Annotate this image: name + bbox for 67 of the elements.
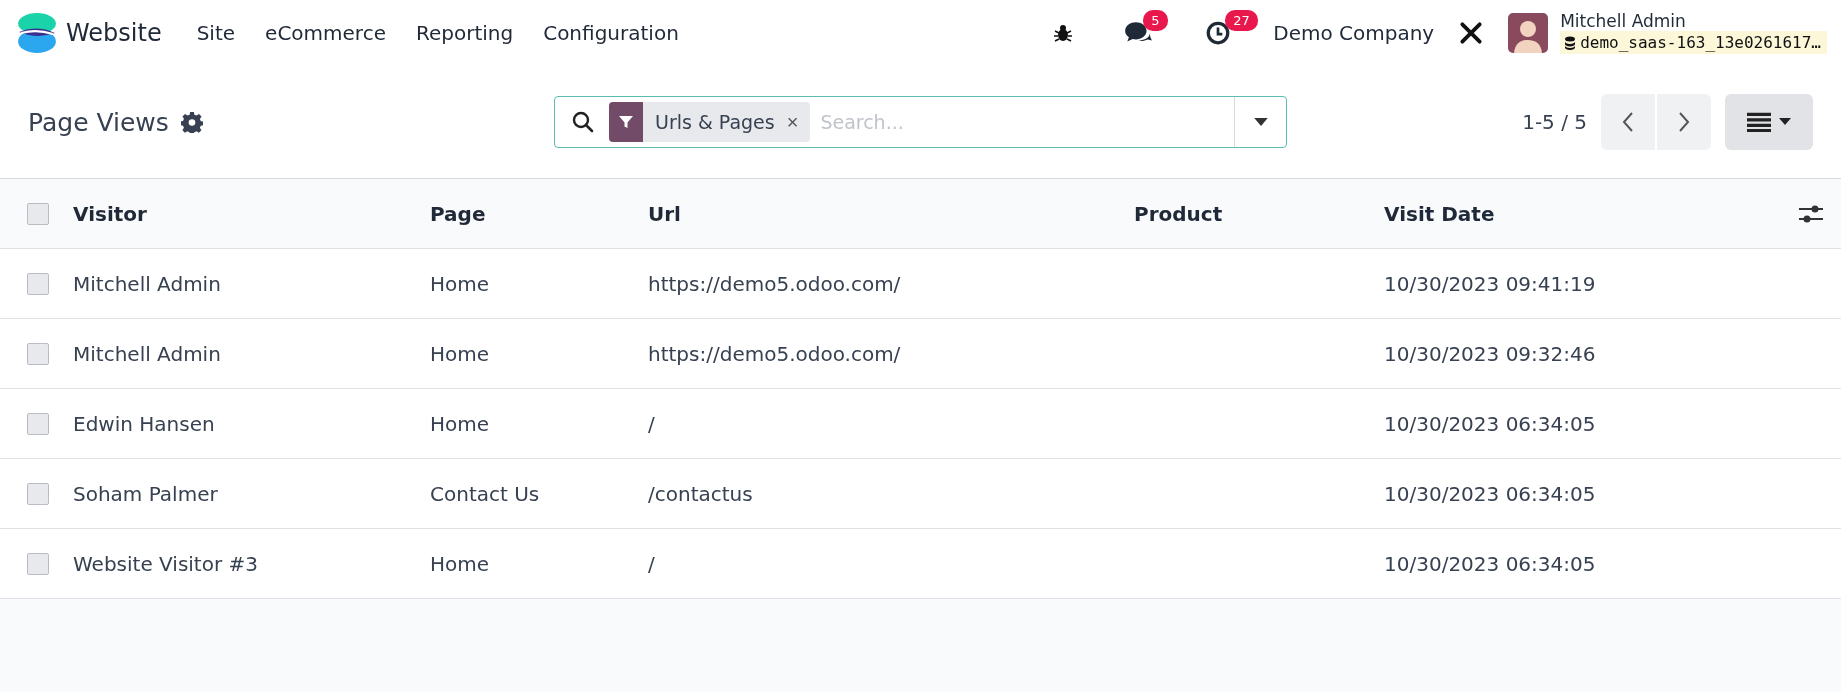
table-cell-text: Contact Us [430,481,541,506]
nav-menu-item[interactable]: Site [181,20,251,45]
remove-facet-button[interactable]: × [782,110,811,134]
clock-icon[interactable] [1205,19,1232,46]
table-row[interactable]: Edwin Hansen Home / 10/30/2023 06:34:05 [0,389,1841,459]
table-row[interactable]: Mitchell Admin Home https://demo5.odoo.com/ 10/30/2023 09:41:19 [0,249,1841,319]
table-cell-text: Home [430,551,491,576]
list-view-icon [1747,112,1771,132]
view-switcher-button[interactable] [1725,94,1813,150]
column-header[interactable]: Url [648,201,1134,226]
column-header[interactable]: Page [430,201,648,226]
chevron-left-icon [1622,111,1634,133]
row-checkbox[interactable] [26,272,49,295]
table-cell-text: /contactus [648,481,754,506]
user-name[interactable]: Mitchell Admin [1560,11,1827,31]
table-cell-text: 10/30/2023 06:34:05 [1384,481,1597,506]
app-name[interactable]: Website [66,18,162,47]
row-checkbox[interactable] [26,342,49,365]
table-cell-text: Mitchell Admin [73,271,222,296]
table-cell-text: 10/30/2023 09:41:19 [1384,271,1597,296]
search-field[interactable]: Urls & Pages × Search... [554,96,1287,148]
caret-icon [1253,117,1268,127]
table-cell-text: Home [430,271,491,296]
row-checkbox[interactable] [26,552,49,575]
table-cell-text: / [648,411,656,436]
table-row[interactable]: Website Visitor #3 Home / 10/30/2023 06:34:05 [0,529,1841,599]
table-cell-text: Home [430,341,491,366]
row-checkbox[interactable] [26,482,49,505]
select-all-checkbox[interactable] [26,202,49,225]
database-name: demo_saas-163_13e0261617… [1580,33,1821,52]
nav-menu-item[interactable]: Reporting [400,20,529,45]
table-cell-text: Mitchell Admin [73,341,222,366]
row-checkbox[interactable] [26,412,49,435]
nav-menu-item[interactable]: eCommerce [250,20,401,45]
table-cell-text: Website Visitor #3 [73,551,259,576]
column-header[interactable]: Visitor [73,201,430,226]
sliders-icon[interactable] [1799,203,1823,224]
table-cell-text: Edwin Hansen [73,411,216,436]
avatar-silhouette-icon[interactable] [1508,12,1549,53]
pager-value[interactable]: 1-5 / 5 [1522,110,1587,134]
chevron-right-icon [1678,111,1690,133]
facet-label: Urls & Pages [654,111,776,133]
column-header[interactable]: Visit Date [1384,201,1781,226]
table-cell-text: Soham Palmer [73,481,219,506]
company-switcher[interactable]: Demo Company [1273,20,1435,45]
bug-icon[interactable] [1053,22,1074,43]
table-row[interactable]: Soham Palmer Contact Us /contactus 10/30/2023 06:34:05 [0,459,1841,529]
table-cell-text: https://demo5.odoo.com/ [648,341,902,366]
page-title: Page Views [28,107,169,137]
database-icon [1564,35,1577,50]
nav-menu-item[interactable]: Configuration [528,20,694,45]
filter-icon [618,114,634,130]
table-cell-text: https://demo5.odoo.com/ [648,271,902,296]
settings-icon[interactable] [180,111,203,133]
table-row[interactable]: Mitchell Admin Home https://demo5.odoo.com/ 10/30/2023 09:32:46 [0,319,1841,389]
column-header[interactable]: Product [1134,201,1384,226]
message-count-badge: 5 [1143,9,1168,31]
table-cell-text: 10/30/2023 09:32:46 [1384,341,1597,366]
table-cell-text: Home [430,411,491,436]
search-input[interactable]: Search... [810,111,1234,133]
app-logo-icon[interactable] [16,11,58,54]
caret-icon [1779,118,1791,126]
table-cell-text: 10/30/2023 06:34:05 [1384,411,1597,436]
table-cell-text: 10/30/2023 06:34:05 [1384,551,1597,576]
search-icon [571,110,595,134]
table-cell-text: / [648,551,656,576]
activity-count-badge: 27 [1225,9,1258,31]
